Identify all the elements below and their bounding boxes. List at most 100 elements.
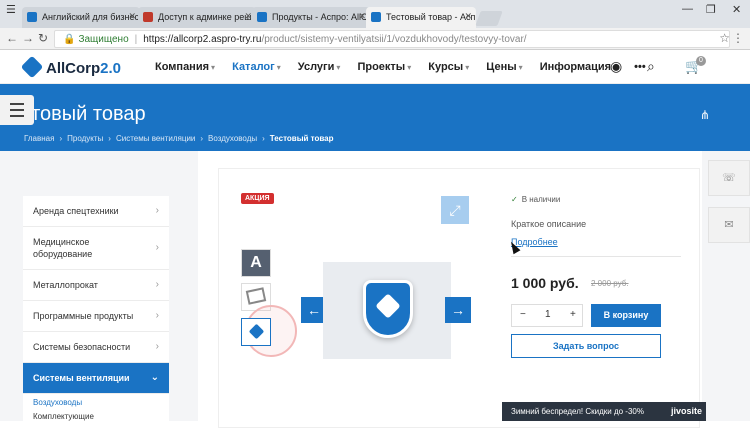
nav-item-projects[interactable]: Проекты ▾	[357, 61, 411, 73]
url-input[interactable]: 🔒 Защищено | https://allcorp2.aspro-try.ru/…	[54, 30, 730, 48]
nav-item-services[interactable]: Услуги ▾	[298, 61, 341, 73]
sidebar-item-security[interactable]: Системы безопасности ›	[23, 332, 169, 363]
close-tab-icon[interactable]: ✕	[244, 11, 252, 22]
sidebar-item-equipment-rental[interactable]: Аренда спецтехники ›	[23, 196, 169, 227]
bookmark-star-icon[interactable]: ☆	[719, 31, 730, 45]
minimize-icon[interactable]: —	[682, 3, 693, 15]
sidebar-item-medical[interactable]: Медицинское оборудование ›	[23, 227, 169, 270]
quantity-stepper: − 1 +	[511, 304, 583, 327]
expand-icon[interactable]: ⤢	[441, 196, 469, 224]
breadcrumb-ducts[interactable]: Воздуховоды	[208, 134, 257, 143]
forward-icon[interactable]: →	[22, 31, 34, 45]
chat-widget[interactable]: Зимний беспредел! Скидки до -30% jivosit…	[502, 402, 706, 421]
chevron-right-icon: ›	[155, 310, 159, 321]
product-main-image	[323, 262, 451, 359]
stock-status: ✓ В наличии	[511, 195, 561, 204]
thumbnail-1[interactable]: A	[241, 249, 271, 277]
divider	[511, 256, 681, 257]
nav-item-prices[interactable]: Цены ▾	[486, 61, 522, 73]
catalog-sidebar: Аренда спецтехники › Медицинское оборудов…	[23, 196, 169, 426]
tab-label: Доступ к админке реш	[158, 12, 252, 22]
share-icon[interactable]: ⋔	[700, 108, 710, 122]
main-nav: Компания ▾ Каталог ▾ Услуги ▾ Проекты ▾ Курс…	[155, 61, 660, 73]
add-to-cart-button[interactable]: В корзину	[591, 304, 661, 327]
nav-item-company[interactable]: Компания ▾	[155, 61, 215, 73]
browser-tab-1[interactable]: Английский для бизнес ✕	[22, 7, 140, 28]
browser-tab-4-active[interactable]: Тестовый товар - Аспро ✕	[366, 7, 476, 28]
mail-favicon-icon	[143, 12, 153, 22]
product-price: 1 000 руб.	[511, 275, 579, 291]
site-header: AllCorp2.0 Компания ▾ Каталог ▾ Услуги ▾ Пр…	[0, 50, 750, 84]
sidebar-item-software[interactable]: Программные продукты ›	[23, 301, 169, 332]
url-separator: |	[134, 34, 138, 45]
document-icon	[245, 287, 267, 305]
chevron-down-icon: ▾	[211, 63, 216, 72]
quantity-minus-button[interactable]: −	[520, 309, 526, 320]
breadcrumb-products[interactable]: Продукты	[67, 134, 103, 143]
breadcrumb-home[interactable]: Главная	[24, 134, 54, 143]
browser-tab-3[interactable]: Продукты - Аспро: AllCo ✕	[252, 7, 370, 28]
tab-label: Английский для бизнес	[42, 12, 140, 22]
product-content: АКЦИЯ ⤢ A ← → ✓ В наличии Краткое описани…	[198, 151, 702, 428]
chevron-right-icon: ›	[155, 205, 159, 216]
shield-logo-icon	[363, 280, 413, 338]
close-window-icon[interactable]: ✕	[732, 3, 741, 16]
lock-icon: 🔒	[63, 34, 76, 45]
quantity-input[interactable]: 1	[545, 309, 551, 320]
security-label: Защищено	[78, 34, 129, 45]
logo-mark-icon	[20, 55, 44, 79]
browser-tab-2[interactable]: Доступ к админке реш ✕	[138, 7, 256, 28]
close-tab-icon[interactable]: ✕	[358, 11, 366, 22]
chevron-down-icon: ▾	[276, 63, 281, 72]
breadcrumb: Главная › Продукты › Системы вентиляции › Возд…	[24, 134, 334, 143]
chevron-right-icon: ›	[155, 279, 159, 290]
breadcrumb-ventilation[interactable]: Системы вентиляции	[116, 134, 195, 143]
close-tab-icon[interactable]: ✕	[464, 11, 472, 22]
sidebar-subitem-parts[interactable]: Комплектующие	[33, 410, 159, 424]
site-logo[interactable]: AllCorp2.0	[20, 55, 122, 79]
chevron-right-icon: ›	[155, 242, 159, 253]
site-favicon-icon	[371, 12, 381, 22]
filter-toggle-button[interactable]	[0, 95, 34, 125]
quantity-plus-button[interactable]: +	[570, 309, 576, 320]
logo-version: 2.0	[100, 60, 122, 77]
tab-label: Тестовый товар - Аспро	[386, 12, 476, 22]
chevron-down-icon: ▾	[407, 63, 412, 72]
maximize-icon[interactable]: ❐	[706, 3, 716, 16]
browser-menu-icon[interactable]: ⋮	[732, 31, 744, 45]
site-favicon-icon	[27, 12, 37, 22]
sidebar-subitems: Воздуховоды Комплектующие	[23, 394, 169, 426]
logo-mark-icon	[248, 323, 265, 340]
cart-count-badge: 0	[696, 56, 706, 66]
tab-label: Продукты - Аспро: AllCo	[272, 12, 370, 22]
chevron-down-icon: ⌄	[150, 372, 159, 383]
search-icon[interactable]: ⌕	[647, 58, 655, 75]
chat-brand: jivosite	[670, 406, 702, 416]
sidebar-item-metal[interactable]: Металлопрокат ›	[23, 270, 169, 301]
browser-tab-bar: ☰ Английский для бизнес ✕ Доступ к админ…	[0, 0, 750, 28]
user-icon[interactable]: ◉	[610, 58, 622, 75]
site-favicon-icon	[257, 12, 267, 22]
old-price: 2 000 руб.	[591, 279, 629, 288]
next-image-button[interactable]: →	[445, 297, 471, 323]
product-panel: АКЦИЯ ⤢ A ← → ✓ В наличии Краткое описани…	[218, 168, 700, 428]
url-host: https://allcorp2.aspro-try.ru	[143, 34, 262, 45]
new-tab-button[interactable]	[475, 11, 503, 26]
sidebar-item-ventilation[interactable]: Системы вентиляции ⌄	[23, 363, 169, 394]
callback-phone-icon[interactable]: ☏	[708, 160, 750, 196]
nav-item-courses[interactable]: Курсы ▾	[428, 61, 469, 73]
close-tab-icon[interactable]: ✕	[128, 11, 136, 22]
address-bar: ← → ↻ 🔒 Защищено | https://allcorp2.aspro-t…	[0, 28, 750, 50]
thumbnail-3-selected[interactable]	[241, 318, 271, 346]
reload-icon[interactable]: ↻	[38, 31, 48, 45]
window-menu-icon[interactable]: ☰	[6, 3, 16, 16]
mail-icon[interactable]: ✉	[708, 207, 750, 243]
sidebar-subitem-ducts[interactable]: Воздуховоды	[33, 396, 159, 410]
nav-item-catalog[interactable]: Каталог ▾	[232, 61, 281, 73]
nav-item-info[interactable]: Информация ▾	[540, 61, 617, 73]
nav-more-button[interactable]: •••	[634, 61, 646, 73]
chevron-down-icon: ▾	[465, 63, 470, 72]
logo-text: AllCorp	[46, 60, 101, 77]
back-icon[interactable]: ←	[6, 31, 18, 45]
ask-question-button[interactable]: Задать вопрос	[511, 334, 661, 358]
